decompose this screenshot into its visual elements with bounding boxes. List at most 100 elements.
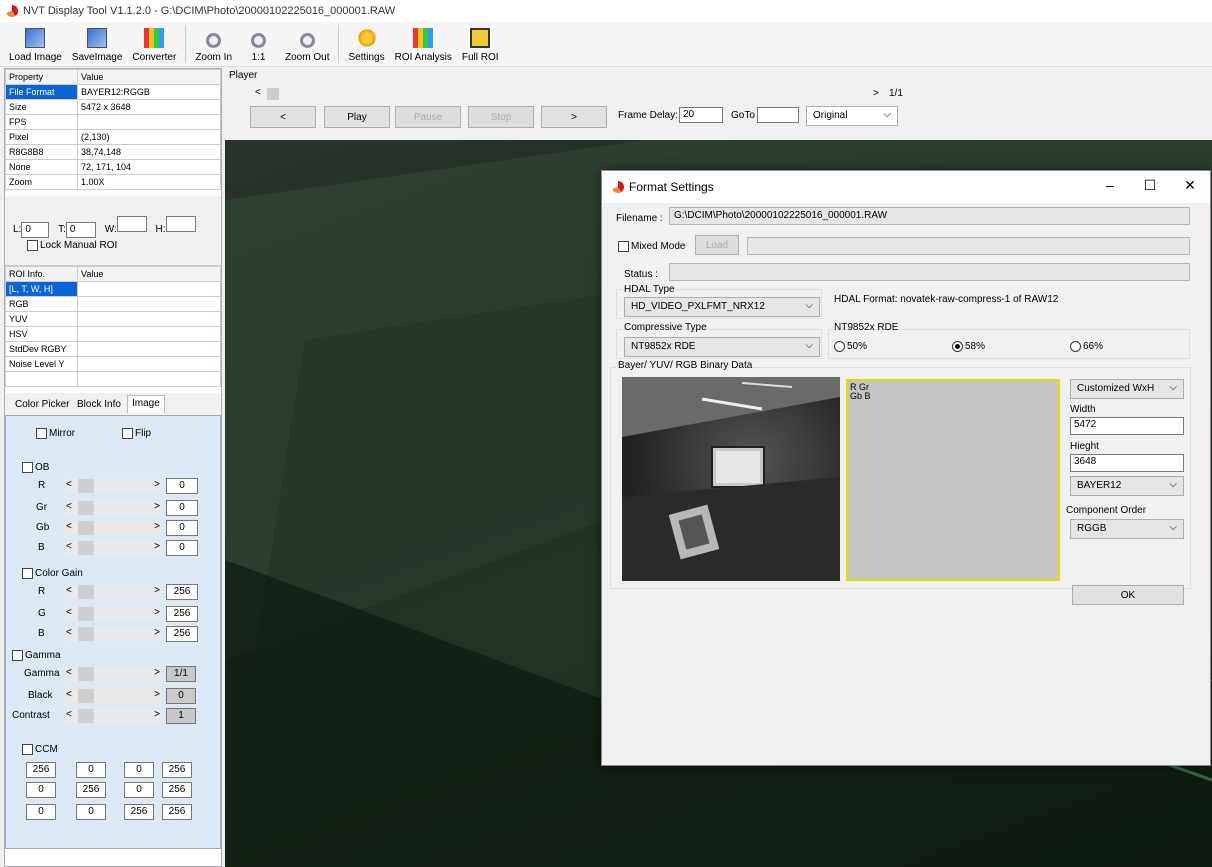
table-row[interactable]: Zoom 1.00X: [5, 174, 221, 190]
maximize-icon[interactable]: ☐: [1140, 177, 1160, 194]
ob-gb-slider[interactable]: < >: [64, 521, 162, 535]
close-icon[interactable]: ✕: [1180, 177, 1200, 194]
black-slider[interactable]: < >: [64, 689, 162, 703]
ob-r-slider[interactable]: < >: [64, 479, 162, 493]
table-row[interactable]: None 72, 171, 104: [5, 159, 221, 175]
ccm-cell[interactable]: 0: [76, 804, 106, 820]
table-row[interactable]: Noise Level Y: [5, 356, 221, 372]
gamma-value[interactable]: 1/1: [166, 666, 196, 682]
prev-frame-button[interactable]: <: [250, 106, 316, 128]
gain-r-value[interactable]: 256: [166, 584, 198, 600]
table-row[interactable]: File Format BAYER12:RGGB: [5, 84, 221, 100]
converter-button[interactable]: Converter: [132, 28, 176, 66]
gain-b-slider[interactable]: < >: [64, 627, 162, 641]
gain-g-slider[interactable]: < >: [64, 607, 162, 621]
contrast-value[interactable]: 1: [166, 708, 196, 724]
gain-r-slider[interactable]: < >: [64, 585, 162, 599]
save-image-button[interactable]: SaveImage: [72, 28, 122, 66]
ob-gb-value[interactable]: 0: [166, 520, 198, 536]
stop-button[interactable]: Stop: [468, 106, 534, 128]
black-value[interactable]: 0: [166, 688, 196, 704]
filename-field[interactable]: G:\DCIM\Photo\20000102225016_000001.RAW: [669, 207, 1190, 225]
ob-checkbox[interactable]: OB: [22, 462, 49, 473]
table-row[interactable]: R8G8B8 38,74,148: [5, 144, 221, 160]
ob-b-value[interactable]: 0: [166, 540, 198, 556]
ccm-cell[interactable]: 0: [26, 782, 56, 798]
frame-delay-input[interactable]: 20: [679, 107, 723, 123]
zoom-out-button[interactable]: Zoom Out: [285, 33, 329, 66]
roi-width-input[interactable]: [116, 216, 147, 232]
table-row[interactable]: RGB: [5, 296, 221, 312]
ob-gr-value[interactable]: 0: [166, 500, 198, 516]
roi-top-input[interactable]: 0: [65, 222, 96, 238]
left-panel: Property Value File Format BAYER12:RGGB Si…: [4, 68, 222, 867]
load-button[interactable]: Load: [695, 235, 739, 255]
mirror-checkbox[interactable]: Mirror: [36, 428, 75, 439]
mixed-mode-checkbox[interactable]: Mixed Mode: [618, 241, 685, 252]
tab-block-info[interactable]: Block Info: [73, 397, 125, 415]
table-row[interactable]: Pixel (2,130): [5, 129, 221, 145]
minimize-icon[interactable]: –: [1100, 177, 1120, 193]
frame-scrollbar[interactable]: <: [255, 86, 885, 102]
compressive-type-select[interactable]: NT9852x RDE: [624, 337, 820, 357]
gamma-checkbox[interactable]: Gamma: [12, 650, 61, 661]
ccm-cell[interactable]: 0: [124, 782, 154, 798]
next-frame-button[interactable]: >: [541, 106, 607, 128]
image-tab-panel: Mirror Flip OB R < > 0 Gr < > 0 Gb < > 0 B …: [5, 415, 221, 849]
ccm-checkbox[interactable]: CCM: [22, 744, 58, 755]
zoom-in-button[interactable]: Zoom In: [195, 33, 232, 66]
ccm-cell[interactable]: 0: [26, 804, 56, 820]
full-roi-button[interactable]: Full ROI: [462, 28, 499, 66]
lock-manual-roi-checkbox[interactable]: Lock Manual ROI: [27, 240, 117, 251]
flip-checkbox[interactable]: Flip: [122, 428, 151, 439]
contrast-slider[interactable]: < >: [64, 709, 162, 723]
table-row[interactable]: YUV: [5, 311, 221, 327]
width-input[interactable]: 5472: [1070, 417, 1184, 435]
load-image-button[interactable]: Load Image: [9, 28, 62, 66]
rde-50-radio[interactable]: 50%: [834, 341, 867, 352]
ccm-cell[interactable]: 256: [162, 762, 192, 778]
rde-58-radio[interactable]: 58%: [952, 341, 985, 352]
converter-icon: [144, 28, 165, 48]
ccm-cell[interactable]: 256: [162, 804, 192, 820]
ob-b-slider[interactable]: < >: [64, 541, 162, 555]
table-row[interactable]: StdDev RGBY: [5, 341, 221, 357]
ccm-cell[interactable]: 256: [124, 804, 154, 820]
goto-input[interactable]: [757, 107, 799, 123]
ok-button[interactable]: OK: [1072, 585, 1184, 605]
tab-image[interactable]: Image: [127, 395, 165, 413]
component-order-select[interactable]: RGGB: [1070, 519, 1184, 539]
ob-gr-slider[interactable]: < >: [64, 501, 162, 515]
bit-format-select[interactable]: BAYER12: [1070, 476, 1184, 496]
table-row[interactable]: HSV: [5, 326, 221, 342]
size-mode-select[interactable]: Customized WxH: [1070, 379, 1184, 399]
ob-r-value[interactable]: 0: [166, 478, 198, 494]
roi-analysis-button[interactable]: ROI Analysis: [395, 28, 452, 66]
mixed-mode-path-field[interactable]: [747, 237, 1190, 255]
play-button[interactable]: Play: [324, 106, 390, 128]
ccm-cell[interactable]: 256: [76, 782, 106, 798]
ccm-cell[interactable]: 256: [162, 782, 192, 798]
ccm-cell[interactable]: 256: [26, 762, 56, 778]
hdal-type-select[interactable]: HD_VIDEO_PXLFMT_NRX12: [624, 297, 820, 317]
one-to-one-button[interactable]: 1:1: [251, 33, 267, 66]
rde-66-radio[interactable]: 66%: [1070, 341, 1103, 352]
table-row[interactable]: FPS: [5, 114, 221, 130]
table-row[interactable]: Size 5472 x 3648: [5, 99, 221, 115]
gain-g-value[interactable]: 256: [166, 606, 198, 622]
gain-b-value[interactable]: 256: [166, 626, 198, 642]
roi-left-input[interactable]: 0: [21, 222, 50, 238]
ccm-cell[interactable]: 0: [76, 762, 106, 778]
color-gain-checkbox[interactable]: Color Gain: [22, 568, 83, 579]
gamma-slider[interactable]: < >: [64, 667, 162, 681]
pause-button[interactable]: Pause: [395, 106, 461, 128]
table-row[interactable]: [L, T, W, H]: [5, 281, 221, 297]
scroll-thumb[interactable]: [267, 88, 279, 100]
settings-button[interactable]: Settings: [348, 28, 385, 66]
roi-height-input[interactable]: [165, 216, 196, 232]
ccm-cell[interactable]: 0: [124, 762, 154, 778]
display-mode-select[interactable]: Original: [806, 106, 898, 126]
scroll-right-icon[interactable]: >: [873, 88, 879, 99]
height-input[interactable]: 3648: [1070, 454, 1184, 472]
tab-color-picker[interactable]: Color Picker: [11, 397, 73, 415]
